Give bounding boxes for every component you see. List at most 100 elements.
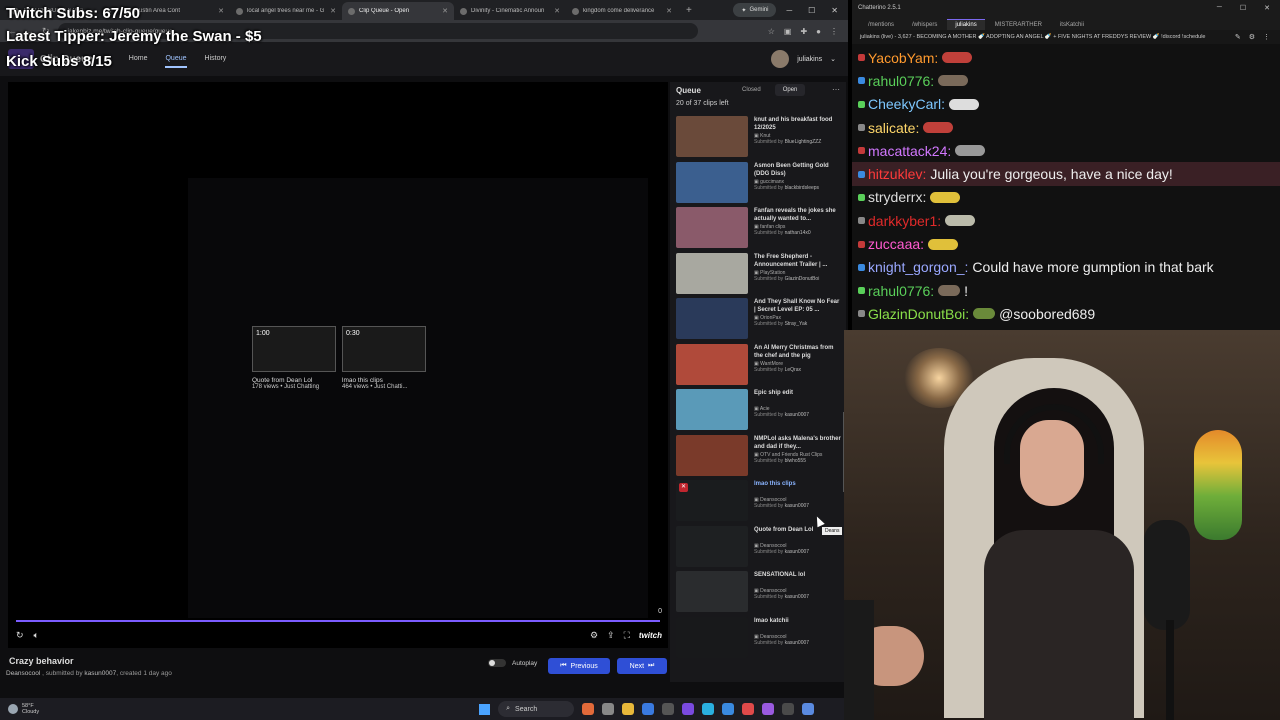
queue-item[interactable]: Fanfan reveals the jokes she actually wa…: [676, 207, 842, 253]
nav-queue[interactable]: Queue: [165, 51, 187, 68]
chat-username[interactable]: macattack24:: [868, 143, 951, 159]
queue-item[interactable]: An AI Merry Christmas from the chef and …: [676, 343, 842, 390]
chat-username[interactable]: salicate:: [868, 120, 919, 136]
app-icon[interactable]: [762, 703, 775, 715]
twitch-logo[interactable]: twitch: [639, 631, 662, 640]
weather-widget[interactable]: 58°F Cloudy: [8, 703, 39, 715]
taskbar-search[interactable]: ⌕ Search: [498, 701, 575, 717]
tab-open[interactable]: Open: [774, 84, 806, 96]
chat-username[interactable]: GlazinDonutBoi:: [868, 306, 969, 322]
edit-icon[interactable]: ✎: [1235, 33, 1241, 41]
endcard-1[interactable]: 1:00 Quote from Dean Lol 178 views • Jus…: [252, 326, 336, 390]
queue-item[interactable]: SENSATIONAL lol ▣ Deansocool Submitted by …: [676, 571, 842, 617]
chat-username[interactable]: knight_gorgon_:: [868, 259, 968, 275]
user-menu[interactable]: juliakins ⌄: [771, 50, 836, 68]
queue-item[interactable]: Asmon Been Getting Gold (DDG Diss) ▣ gucc…: [676, 161, 842, 208]
previous-button[interactable]: ⏮ Previous: [548, 658, 610, 674]
queue-item-text: Epic ship edit ▣ Acie Submitted by kasun00…: [754, 389, 842, 435]
replay-icon[interactable]: ↻: [16, 630, 24, 641]
weather-condition: Cloudy: [22, 709, 40, 715]
obs-icon[interactable]: [782, 703, 795, 715]
profile-icon[interactable]: ●: [816, 27, 821, 36]
mail-icon[interactable]: [642, 703, 655, 715]
minimize-icon[interactable]: ─: [1217, 4, 1222, 12]
queue-item[interactable]: lmao katchii ▣ Deansocool Submitted by kas…: [676, 616, 842, 663]
autoplay-toggle[interactable]: Autoplay: [488, 659, 537, 667]
badge-icon: [858, 147, 865, 155]
close-icon[interactable]: ✕: [1264, 4, 1270, 12]
maximize-icon[interactable]: ☐: [808, 6, 815, 15]
chat-tab[interactable]: /mentions: [860, 20, 902, 30]
app-icon[interactable]: [682, 703, 695, 715]
browser-tab[interactable]: Clip Queue - Open ✕: [342, 2, 454, 20]
close-tab-icon[interactable]: ✕: [330, 7, 336, 15]
settings-icon[interactable]: ⚙: [590, 630, 598, 641]
queue-item[interactable]: knut and his breakfast food 12/2025 ▣ Knu…: [676, 116, 842, 162]
share-icon[interactable]: ⇪: [607, 630, 615, 641]
badge-icon: [858, 217, 865, 225]
clip-author[interactable]: Deansocool: [6, 670, 40, 677]
file-explorer-icon[interactable]: [622, 703, 635, 715]
close-tab-icon[interactable]: ✕: [442, 7, 448, 15]
browser-tab[interactable]: local angel trees near me - G ✕: [230, 2, 342, 20]
close-icon[interactable]: ✕: [831, 6, 838, 15]
chat-tab[interactable]: /whispers: [904, 20, 945, 30]
browser-tab[interactable]: Divinity - Cinematic Announ ✕: [454, 2, 566, 20]
chat-tab[interactable]: juliakins: [947, 19, 985, 30]
extension-icon[interactable]: ▣: [784, 27, 792, 36]
next-button[interactable]: Next ⏭: [617, 658, 667, 674]
app-icon[interactable]: [582, 703, 595, 715]
steam-icon[interactable]: [802, 703, 815, 715]
tab-closed[interactable]: Closed: [734, 84, 769, 96]
queue-item[interactable]: NMPLol asks Malena's brother and dad if …: [676, 434, 842, 481]
fullscreen-icon[interactable]: ⛶: [624, 630, 630, 641]
app-icon[interactable]: [662, 703, 675, 715]
nav-home[interactable]: Home: [129, 51, 148, 68]
browser-tab[interactable]: kingdom come deliverance ✕: [566, 2, 678, 20]
puzzle-icon[interactable]: ✚: [800, 27, 807, 36]
minimize-icon[interactable]: ─: [786, 6, 792, 15]
nav-history[interactable]: History: [205, 51, 227, 68]
chat-username[interactable]: rahul0776:: [868, 73, 934, 89]
chrome-icon[interactable]: [742, 703, 755, 715]
more-icon[interactable]: ⋯: [832, 85, 840, 94]
remove-icon[interactable]: ✕: [679, 483, 688, 492]
menu-icon[interactable]: ⋮: [830, 27, 838, 36]
queue-item[interactable]: Quote from Dean Lol ▣ Deansocool Submitted…: [676, 525, 842, 572]
chat-username[interactable]: stryderrx:: [868, 189, 926, 205]
chat-username[interactable]: hitzuklev:: [868, 166, 926, 182]
gemini-button[interactable]: ✦ Gemini: [733, 3, 777, 17]
queue-item[interactable]: The Free Shepherd - Announcement Trailer…: [676, 252, 842, 299]
app-icon[interactable]: [722, 703, 735, 715]
chat-username[interactable]: rahul0776:: [868, 283, 934, 299]
close-tab-icon[interactable]: ✕: [218, 7, 224, 15]
endcard-2[interactable]: 0:30 lmao this clips 464 views • Just Ch…: [342, 326, 426, 390]
windows-start-icon[interactable]: [479, 703, 491, 715]
queue-item[interactable]: Epic ship edit ▣ Acie Submitted by kasun00…: [676, 389, 842, 435]
close-tab-icon[interactable]: ✕: [554, 7, 560, 15]
favicon-icon: [348, 7, 355, 15]
queue-item[interactable]: And They Shall Know No Fear | Secret Lev…: [676, 298, 842, 344]
toggle-switch[interactable]: [488, 659, 506, 667]
video-player[interactable]: 1:00 Quote from Dean Lol 178 views • Jus…: [8, 82, 668, 648]
maximize-icon[interactable]: ☐: [1240, 4, 1246, 12]
chat-tab[interactable]: MISTERARTHER: [987, 20, 1050, 30]
volume-icon[interactable]: 🔈︎: [34, 630, 39, 641]
chat-username[interactable]: zuccaaa:: [868, 236, 924, 252]
menu-icon[interactable]: ⋮: [1263, 33, 1270, 41]
settings-icon[interactable]: ⚙: [1249, 33, 1255, 41]
chat-username[interactable]: darkkyber1:: [868, 213, 941, 229]
edge-icon[interactable]: [702, 703, 715, 715]
close-tab-icon[interactable]: ✕: [666, 7, 672, 15]
chat-message: macattack24:: [852, 139, 1280, 162]
progress-bar[interactable]: [16, 620, 660, 622]
new-tab-button[interactable]: +: [678, 5, 700, 16]
bookmark-icon[interactable]: ☆: [768, 27, 775, 36]
queue-list: knut and his breakfast food 12/2025 ▣ Knu…: [676, 116, 842, 662]
chat-username[interactable]: YacobYam:: [868, 50, 938, 66]
task-view-icon[interactable]: [602, 703, 615, 715]
chat-tab[interactable]: itsKatchii: [1052, 20, 1092, 30]
player-controls-left: ↻ 🔈︎: [16, 630, 39, 641]
chat-username[interactable]: CheekyCarl:: [868, 96, 945, 112]
endcard-duration: 0:30: [346, 330, 360, 337]
